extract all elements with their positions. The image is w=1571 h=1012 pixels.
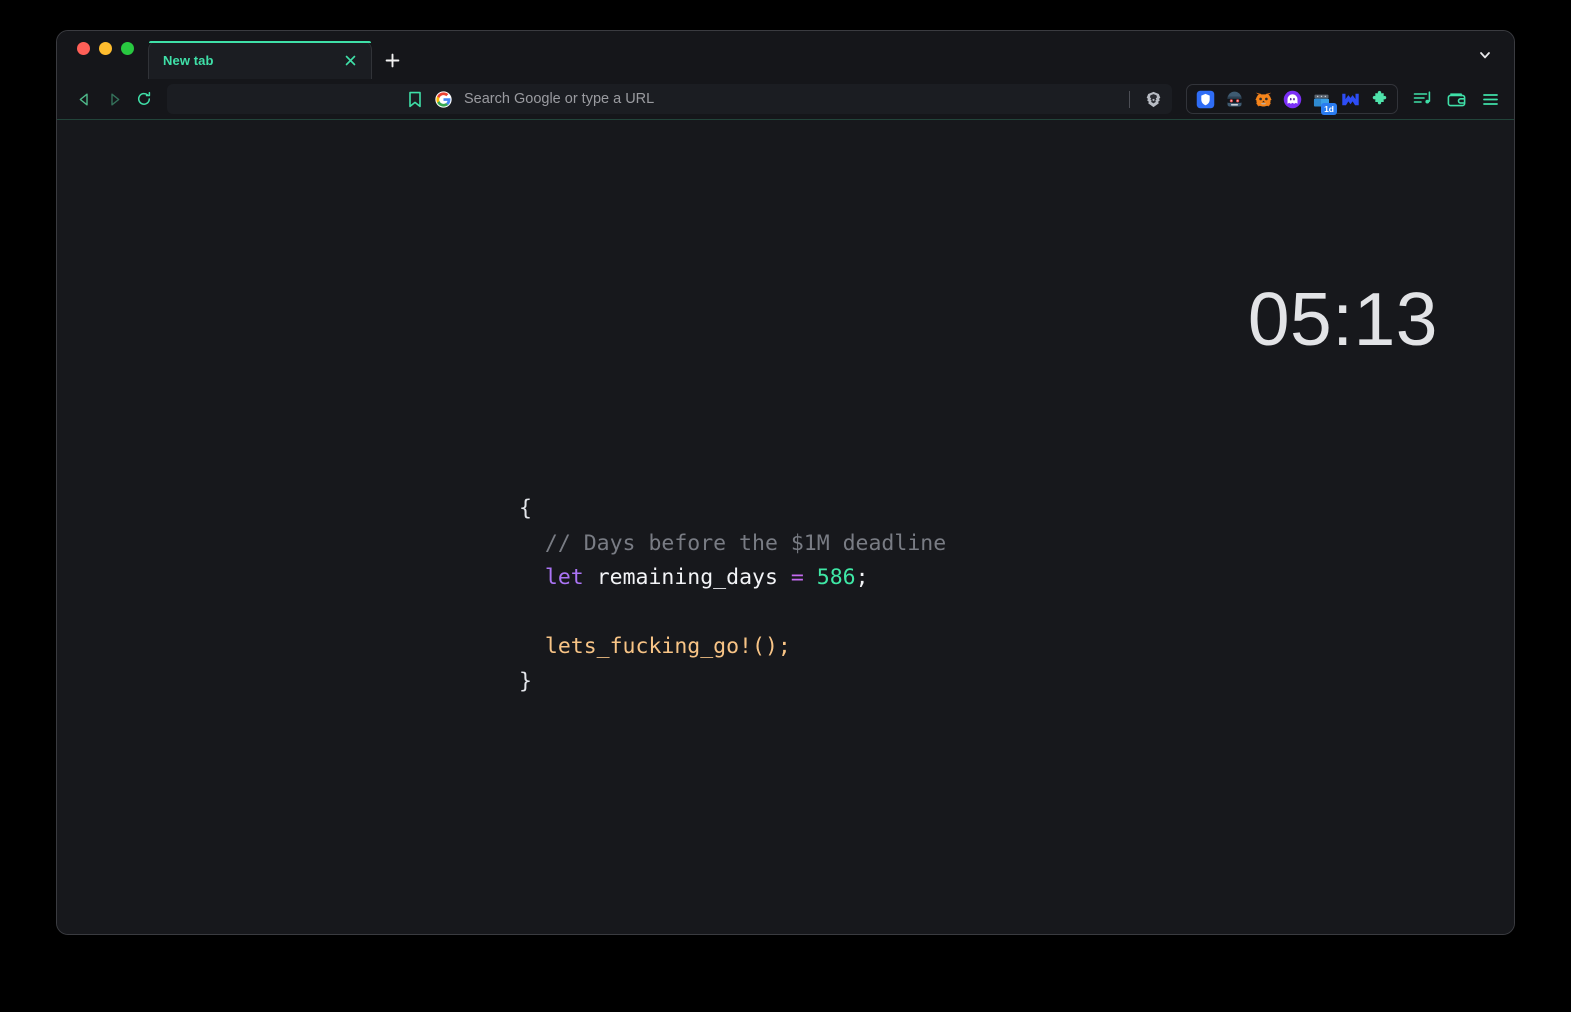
code-line bbox=[519, 596, 946, 631]
code-token-number: 586 bbox=[816, 565, 856, 590]
backpack-m-icon[interactable] bbox=[1338, 87, 1362, 111]
robot-wallet-extension-icon[interactable]: 1d bbox=[1309, 87, 1337, 115]
browser-tab-new-tab[interactable]: New tab bbox=[148, 41, 372, 79]
code-token-op: = bbox=[790, 565, 804, 590]
traffic-lights bbox=[57, 31, 148, 79]
code-line: // Days before the $1M deadline bbox=[519, 527, 946, 562]
puzzle-extensions-icon[interactable] bbox=[1367, 87, 1391, 111]
omnibox-placeholder: Search Google or type a URL bbox=[464, 91, 655, 107]
omnibox-divider bbox=[1129, 90, 1130, 108]
code-line: let remaining_days = 586; bbox=[519, 561, 946, 596]
code-token-fn: lets_fucking_go!(); bbox=[544, 634, 791, 659]
wallet-icon[interactable] bbox=[1442, 85, 1470, 113]
omnibox[interactable]: Search Google or type a URL bbox=[167, 84, 1172, 114]
window-minimize-button[interactable] bbox=[99, 41, 112, 55]
browser-window: New tab Search Google or type a URL 1d 0… bbox=[56, 30, 1515, 935]
clock-display: 05:13 bbox=[1247, 277, 1438, 361]
code-line: lets_fucking_go!(); bbox=[519, 630, 946, 665]
playlist-icon[interactable] bbox=[1408, 85, 1436, 113]
toolbar-right-actions bbox=[1408, 85, 1504, 113]
window-maximize-button[interactable] bbox=[121, 41, 134, 55]
omnibox-right-actions bbox=[1129, 85, 1166, 113]
omnibox-area: Search Google or type a URL bbox=[167, 84, 1172, 114]
code-token-punct bbox=[519, 600, 532, 625]
code-line: { bbox=[519, 492, 946, 527]
code-token-punct bbox=[519, 565, 545, 590]
close-icon[interactable] bbox=[341, 51, 359, 69]
code-token-punct bbox=[519, 531, 545, 556]
ublock-origin-shield-icon[interactable] bbox=[1193, 87, 1217, 111]
code-token-ident: remaining_days bbox=[596, 565, 778, 590]
code-token-ident: ; bbox=[855, 565, 869, 590]
code-token-punct: } bbox=[519, 668, 532, 694]
reload-icon[interactable] bbox=[129, 85, 159, 113]
code-snippet: { // Days before the $1M deadline let re… bbox=[519, 492, 946, 699]
tab-strip: New tab bbox=[57, 31, 1514, 79]
google-g-icon bbox=[435, 90, 452, 108]
code-token-punct bbox=[519, 634, 545, 659]
phantom-ghost-icon[interactable] bbox=[1280, 87, 1304, 111]
code-token-punct: { bbox=[519, 496, 532, 521]
code-token-comment: // Days before the $1M deadline bbox=[544, 530, 947, 556]
hamburger-menu-icon[interactable] bbox=[1476, 85, 1504, 113]
chevron-down-icon[interactable] bbox=[1474, 44, 1496, 66]
code-token-punct bbox=[778, 565, 791, 590]
extension-group: 1d bbox=[1186, 84, 1398, 115]
forward-arrow-icon[interactable] bbox=[99, 85, 129, 113]
code-line: } bbox=[519, 665, 946, 700]
new-tab-page: 05:13 { // Days before the $1M deadline … bbox=[57, 120, 1514, 934]
window-close-button[interactable] bbox=[77, 41, 90, 55]
tab-title: New tab bbox=[163, 52, 214, 68]
new-tab-button[interactable] bbox=[372, 41, 412, 79]
code-token-keyword: let bbox=[544, 565, 584, 590]
tab-list: New tab bbox=[148, 31, 412, 79]
code-token-punct bbox=[804, 565, 817, 590]
browser-toolbar: Search Google or type a URL 1d bbox=[57, 79, 1514, 120]
extension-badge: 1d bbox=[1321, 102, 1337, 115]
metamask-fox-icon[interactable] bbox=[1251, 87, 1275, 111]
code-token-punct bbox=[584, 565, 597, 590]
back-arrow-icon[interactable] bbox=[69, 85, 99, 113]
goggles-avatar-extension-icon[interactable] bbox=[1222, 87, 1246, 111]
bookmark-icon[interactable] bbox=[401, 85, 429, 113]
brave-lion-icon[interactable] bbox=[1140, 86, 1166, 112]
